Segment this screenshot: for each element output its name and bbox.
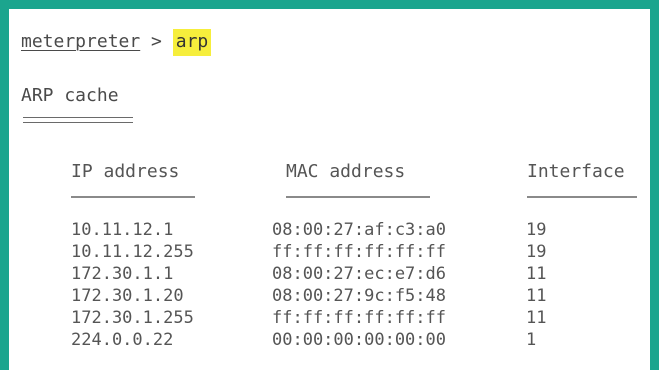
column-header-interface-rule [527,196,637,198]
ip-cell: 172.30.1.20 [71,286,184,306]
mac-cell: 08:00:27:ec:e7:d6 [272,264,446,284]
column-header-mac: MAC address [286,161,406,182]
command-text: arp [172,29,212,56]
mac-cell: ff:ff:ff:ff:ff:ff [272,308,446,328]
mac-cell: 08:00:27:af:c3:a0 [272,220,446,240]
interface-cell: 19 [526,220,547,240]
interface-cell: 11 [526,286,547,306]
column-header-ip-rule [71,196,195,198]
prompt-label: meterpreter [21,31,141,52]
ip-cell: 224.0.0.22 [71,330,174,350]
column-header-ip: IP address [71,161,180,182]
interface-cell: 1 [526,330,537,350]
column-header-mac-rule [286,196,430,198]
ip-cell: 172.30.1.255 [71,308,194,328]
interface-cell: 11 [526,308,547,328]
terminal-window[interactable]: meterpreter > arp ARP cache IP address M… [9,9,650,370]
mac-cell: 00:00:00:00:00:00 [272,330,446,350]
interface-cell: 11 [526,264,547,284]
section-title: ARP cache [21,85,119,106]
ip-cell: 10.11.12.1 [71,220,174,240]
ip-cell: 172.30.1.1 [71,264,174,284]
prompt-separator: > [140,31,173,52]
section-title-underline [23,117,133,123]
mac-cell: ff:ff:ff:ff:ff:ff [272,242,446,262]
interface-cell: 19 [526,242,547,262]
command-line: meterpreter > arp [21,29,212,56]
column-header-interface: Interface [527,161,625,182]
mac-cell: 08:00:27:9c:f5:48 [272,286,446,306]
ip-cell: 10.11.12.255 [71,242,194,262]
